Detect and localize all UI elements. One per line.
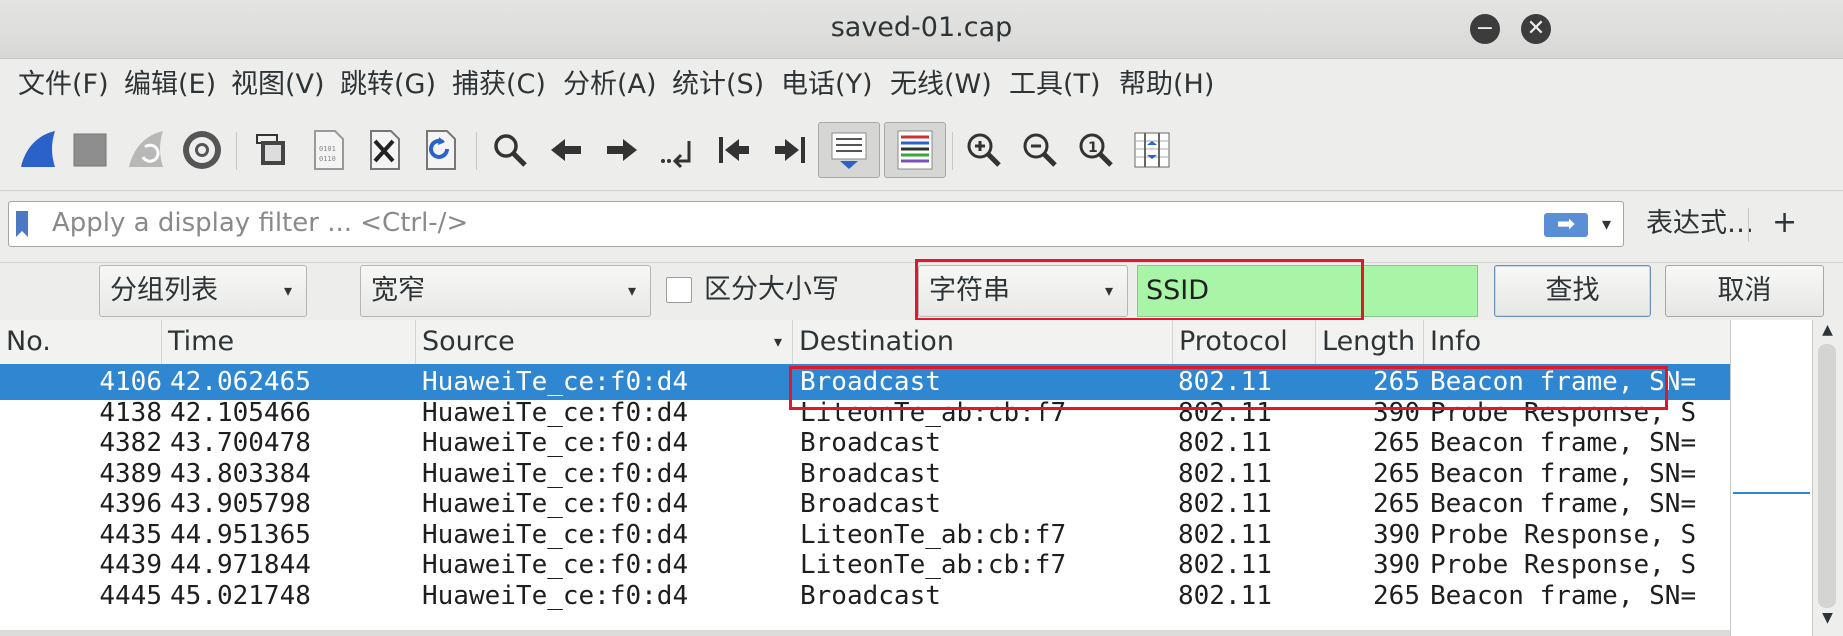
add-filter-button[interactable]: + <box>1772 201 1797 247</box>
annotation-highlight-box <box>789 366 1668 410</box>
auto-scroll-icon[interactable] <box>818 122 880 178</box>
close-icon[interactable]: ✕ <box>1521 14 1551 44</box>
packet-cell-length: 265 <box>1373 580 1420 611</box>
cancel-button[interactable]: 取消 <box>1665 265 1824 317</box>
open-file-icon[interactable] <box>244 122 300 178</box>
zoom-normal-icon[interactable]: 1 <box>1068 122 1124 178</box>
character-width-value: 宽窄 <box>371 275 425 306</box>
menu-tools[interactable]: 工具(T) <box>1009 59 1101 110</box>
save-file-icon[interactable]: 0101 0110 <box>300 122 356 178</box>
column-header-time[interactable]: Time <box>162 320 416 364</box>
scrollbar-thumb[interactable] <box>1818 344 1836 608</box>
menu-go[interactable]: 跳转(G) <box>340 59 436 110</box>
find-packet-icon[interactable] <box>482 122 538 178</box>
horizontal-scrollbar[interactable] <box>0 630 1730 636</box>
scroll-down-icon[interactable]: ▼ <box>1812 610 1843 628</box>
case-sensitive-label: 区分大小写 <box>704 274 839 305</box>
go-first-icon[interactable] <box>706 122 762 178</box>
toolbar-separator <box>476 132 477 170</box>
column-header-length[interactable]: Length <box>1316 320 1424 364</box>
scroll-up-icon[interactable]: ▲ <box>1812 322 1843 340</box>
column-header-no[interactable]: No. <box>0 320 162 364</box>
apply-filter-arrow-icon[interactable]: ➡ <box>1544 213 1588 237</box>
filter-divider <box>1748 208 1749 242</box>
menu-capture[interactable]: 捕获(C) <box>452 59 546 110</box>
window-title: saved-01.cap <box>830 12 1013 43</box>
column-header-source[interactable]: Source ▾ <box>416 320 793 364</box>
find-packet-bar: 分组列表 ▾ 宽窄 ▾ 区分大小写 字符串 ▾ SSID 查找 取消 <box>0 259 1843 321</box>
packet-cell-source: HuaweiTe_ce:f0:d4 <box>422 580 689 611</box>
character-width-select[interactable]: 宽窄 ▾ <box>360 265 651 317</box>
toolbar-separator <box>952 132 953 170</box>
resize-columns-icon[interactable] <box>1124 122 1180 178</box>
colorize-icon[interactable] <box>884 122 946 178</box>
column-header-destination[interactable]: Destination <box>793 320 1173 364</box>
go-last-icon[interactable] <box>762 122 818 178</box>
main-toolbar: 0101 0110 1 <box>0 110 1843 191</box>
menu-bar: 文件(F) 编辑(E) 视图(V) 跳转(G) 捕获(C) 分析(A) 统计(S… <box>0 59 1843 110</box>
reload-file-icon[interactable] <box>412 122 468 178</box>
svg-text:1: 1 <box>1088 140 1098 156</box>
svg-text:0101: 0101 <box>319 145 336 153</box>
menu-help[interactable]: 帮助(H) <box>1119 59 1214 110</box>
annotation-highlight-box <box>915 259 1364 321</box>
search-in-value: 分组列表 <box>110 275 218 306</box>
minimize-icon[interactable]: − <box>1470 14 1500 44</box>
menu-telephony[interactable]: 电话(Y) <box>781 59 873 110</box>
sort-indicator-icon: ▾ <box>773 332 782 351</box>
packet-cell-time: 45.021748 <box>170 580 311 611</box>
zoom-in-icon[interactable] <box>956 122 1012 178</box>
column-header-protocol[interactable]: Protocol <box>1173 320 1316 364</box>
menu-analyze[interactable]: 分析(A) <box>563 59 657 110</box>
minimap-position-marker <box>1733 492 1810 494</box>
menu-view[interactable]: 视图(V) <box>231 59 325 110</box>
stop-capture-icon[interactable] <box>62 122 118 178</box>
packet-cell-destination: Broadcast <box>800 580 941 611</box>
column-header-source-label: Source <box>422 326 515 357</box>
packet-row[interactable]: 4445 45.021748 HuaweiTe_ce:f0:d4 Broadcast 8… <box>0 578 1730 614</box>
packet-list-header: No. Time Source ▾ Destination Protocol L… <box>0 320 1730 365</box>
packet-cell-protocol: 802.11 <box>1178 580 1272 611</box>
go-forward-icon[interactable] <box>594 122 650 178</box>
zoom-out-icon[interactable] <box>1012 122 1068 178</box>
column-header-info[interactable]: Info <box>1424 320 1730 364</box>
close-file-icon[interactable] <box>356 122 412 178</box>
chevron-down-icon: ▾ <box>283 281 292 300</box>
chevron-down-icon: ▾ <box>627 281 636 300</box>
display-filter-bar: Apply a display filter ... <Ctrl-/> ➡ ▾ … <box>0 192 1843 262</box>
case-sensitive-checkbox[interactable] <box>666 277 692 303</box>
search-in-select[interactable]: 分组列表 ▾ <box>99 265 307 317</box>
svg-text:0110: 0110 <box>319 155 336 163</box>
bookmark-icon[interactable] <box>16 211 28 237</box>
capture-options-gear-icon[interactable] <box>174 122 230 178</box>
restart-capture-icon[interactable] <box>118 122 174 178</box>
find-button[interactable]: 查找 <box>1494 265 1651 317</box>
shark-fin-start-icon[interactable] <box>10 122 66 178</box>
display-filter-placeholder: Apply a display filter ... <Ctrl-/> <box>52 208 469 238</box>
toolbar-separator <box>236 132 237 170</box>
menu-file[interactable]: 文件(F) <box>18 59 109 110</box>
menu-statistics[interactable]: 统计(S) <box>672 59 764 110</box>
go-to-packet-icon[interactable] <box>650 122 706 178</box>
menu-edit[interactable]: 编辑(E) <box>124 59 216 110</box>
go-back-icon[interactable] <box>538 122 594 178</box>
menu-wireless[interactable]: 无线(W) <box>890 59 992 110</box>
packet-cell-info: Beacon frame, SN= <box>1430 580 1697 611</box>
packet-minimap[interactable] <box>1730 320 1813 636</box>
filter-history-chevron-icon[interactable]: ▾ <box>1602 214 1611 235</box>
packet-cell-no: 4445 <box>99 580 162 611</box>
expression-button[interactable]: 表达式… <box>1646 201 1754 247</box>
